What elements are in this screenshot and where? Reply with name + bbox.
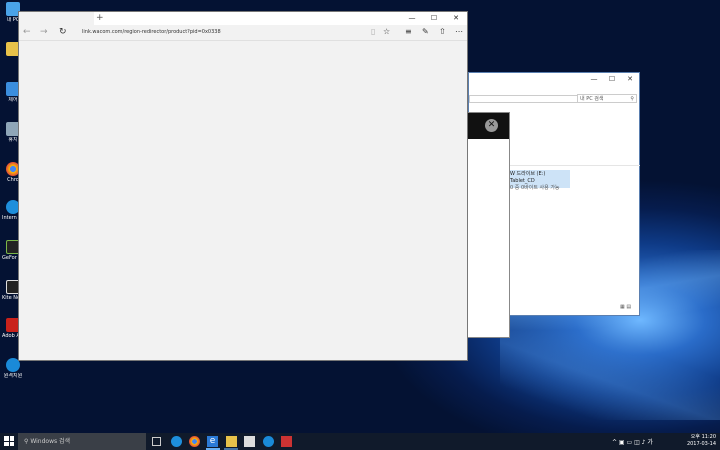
- store-icon[interactable]: [244, 436, 255, 447]
- drive-item-tablet-cd[interactable]: W 드라이브 (E:) Tablet_CD 0 중 0바이트 사용 가능: [508, 170, 570, 191]
- explorer-minimize-button[interactable]: —: [585, 75, 603, 83]
- file-explorer-icon[interactable]: [226, 436, 237, 447]
- app-icon[interactable]: [281, 436, 292, 447]
- address-bar[interactable]: link.wacom.com/region-redirector/product…: [82, 29, 221, 35]
- dialog-close-button[interactable]: ✕: [485, 119, 498, 132]
- search-icon: ⚲: [630, 96, 634, 102]
- desktop-icon-remote-support[interactable]: 원격지원: [2, 358, 24, 379]
- refresh-icon[interactable]: ↻: [59, 27, 67, 37]
- clock-time: 오후 11:20: [690, 434, 716, 440]
- reading-view-icon[interactable]: ▯: [371, 27, 375, 36]
- hub-icon[interactable]: ≡: [405, 27, 412, 36]
- new-tab-button[interactable]: +: [96, 12, 104, 24]
- window-controls: — ☐ ✕: [401, 12, 467, 25]
- edge-icon[interactable]: e: [207, 436, 218, 447]
- explorer-search-input[interactable]: 내 PC 검색 ⚲: [577, 94, 637, 103]
- skype-icon[interactable]: [263, 436, 274, 447]
- chrome-icon[interactable]: [189, 436, 200, 447]
- explorer-maximize-button[interactable]: ☐: [603, 75, 621, 83]
- maximize-button[interactable]: ☐: [423, 12, 445, 25]
- explorer-titlebar[interactable]: — ☐ ✕: [469, 73, 639, 85]
- drive-item-title: W 드라이브 (E:) Tablet_CD: [510, 171, 546, 184]
- drive-item-subtitle: 0 중 0바이트 사용 가능: [510, 185, 560, 191]
- back-arrow-icon[interactable]: ←: [23, 27, 31, 37]
- system-tray-icons[interactable]: ^ ▣ ▭ ◫ ♪ 가: [612, 437, 653, 446]
- more-icon[interactable]: ⋯: [455, 27, 463, 36]
- wallpaper-light-beam: [500, 330, 720, 420]
- clock[interactable]: 오후 11:20 2017-03-14: [687, 434, 716, 448]
- start-button[interactable]: [4, 436, 14, 446]
- close-icon: ✕: [487, 120, 496, 130]
- favorite-star-icon[interactable]: ☆: [383, 27, 390, 36]
- browser-tab-bar: + — ☐ ✕: [19, 12, 467, 25]
- browser-page-content[interactable]: [19, 41, 467, 360]
- clock-date: 2017-03-14: [686, 441, 716, 447]
- taskbar: ⚲ Windows 검색 e ^ ▣ ▭ ◫ ♪ 가 오후 11:20 2017…: [0, 433, 720, 450]
- share-icon[interactable]: ⇧: [439, 27, 446, 36]
- installer-dialog[interactable]: ✕: [466, 112, 510, 338]
- close-button[interactable]: ✕: [445, 12, 467, 25]
- web-note-icon[interactable]: ✎: [422, 27, 429, 36]
- edge-browser-window[interactable]: + — ☐ ✕ ← → ↻ link.wacom.com/region-redi…: [18, 11, 468, 361]
- internet-explorer-icon[interactable]: [171, 436, 182, 447]
- browser-nav-bar: ← → ↻ link.wacom.com/region-redirector/p…: [19, 25, 467, 41]
- minimize-button[interactable]: —: [401, 12, 423, 25]
- task-view-icon[interactable]: [152, 437, 161, 446]
- explorer-close-button[interactable]: ✕: [621, 75, 639, 83]
- forward-arrow-icon[interactable]: →: [40, 27, 48, 37]
- taskbar-search-box[interactable]: ⚲ Windows 검색: [18, 433, 146, 450]
- dialog-header: ✕: [467, 113, 509, 139]
- explorer-view-toggle[interactable]: ▦ ▤: [620, 304, 631, 310]
- explorer-address-bar[interactable]: [469, 95, 579, 103]
- browser-tab[interactable]: [19, 12, 94, 25]
